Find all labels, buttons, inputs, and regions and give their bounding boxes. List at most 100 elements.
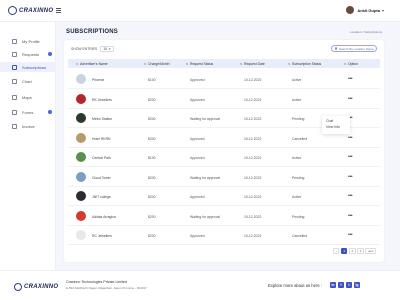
logo-icon <box>14 283 22 291</box>
search-box[interactable] <box>331 45 377 52</box>
sidebar-item-label: Requests <box>22 51 39 57</box>
sort-icon: ⇅ <box>288 61 291 66</box>
breadcrumb[interactable]: Location / Subscriptions <box>350 30 382 34</box>
table-row[interactable]: JNIT college $200 Approved 10-12-2022 Active… <box>68 187 380 206</box>
company-address: E-59A Siddharth Nagar, Rajasthan, Jaipur… <box>66 286 147 290</box>
sidebar-item-label: Chart <box>22 78 32 84</box>
table-row[interactable]: Cloud Tower $200 Waiting for approval 10-12… <box>68 168 380 187</box>
avatar <box>76 171 86 182</box>
table-row[interactable]: Phoenix $100 Approved 10-12-2022 Active ••• <box>68 70 380 89</box>
sidebar-item-invoice[interactable]: Invoice <box>0 121 56 131</box>
column-header-name[interactable]: ⇅ Advertiser's Name <box>76 62 108 66</box>
notification-badge <box>48 110 52 114</box>
menu-item-view-info[interactable]: View Info <box>326 124 346 130</box>
avatar <box>76 210 86 221</box>
sidebar-item-label: Invoice <box>22 123 35 129</box>
avatar <box>76 152 86 162</box>
table-header: ⇅ Advertiser's Name ⇅ Charge/Month ⇅ Reques… <box>68 59 380 68</box>
cell-date: 10-12-2022 <box>244 97 262 102</box>
advertiser-name: RK Jewellers <box>92 97 112 102</box>
search-input[interactable] <box>339 46 377 51</box>
cell-date: 10-12-2022 <box>244 175 262 180</box>
cell-date: 10-12-2022 <box>244 214 262 219</box>
table-row[interactable]: RC Jewellers $200 Approved 10-12-2022 Cancel… <box>68 226 380 245</box>
option-popup-menu: Chat View Info <box>322 116 350 134</box>
avatar <box>346 6 355 14</box>
more-options-icon[interactable]: ••• <box>348 154 353 160</box>
sort-icon: ⇅ <box>240 61 243 66</box>
column-header-charge[interactable]: ⇅ Charge/Month <box>144 62 170 66</box>
sidebar-item-label: Subscriptions <box>22 64 47 70</box>
advertiser-name: JNIT college <box>92 195 111 199</box>
more-options-icon[interactable]: ••• <box>348 76 353 82</box>
page-button[interactable]: 3 <box>357 248 364 254</box>
cell-sub: Active <box>292 156 302 160</box>
avatar <box>76 191 86 201</box>
subscriptions-table-card: SHOW ENTRIES 10 ▾ ⇅Advertiser's Name ⇅Ch… <box>64 40 384 262</box>
avatar <box>76 93 86 104</box>
avatar <box>76 230 86 240</box>
cell-sub: Cancelled <box>292 234 308 238</box>
advertiser-name: RC Jewellers <box>92 234 112 238</box>
more-options-icon[interactable]: ••• <box>348 213 353 219</box>
prev-page-button[interactable]: ‹ <box>333 248 340 254</box>
sidebar-item-forms[interactable]: Forms <box>0 107 56 117</box>
cell-sub: Cancelled <box>292 136 308 141</box>
logo-text: CRAXINNO <box>24 284 59 290</box>
search-icon <box>335 47 337 50</box>
cell-date: 10-12-2022 <box>244 78 262 82</box>
instagram-icon[interactable]: ig <box>354 282 360 288</box>
table-row[interactable]: Central Park $100 Approved 10-12-2022 Active… <box>68 148 380 167</box>
notification-badge <box>48 52 52 56</box>
column-header-option[interactable]: ⇅ Option <box>344 62 358 66</box>
column-header-subscription-status[interactable]: ⇅ Subscription Status <box>288 62 321 66</box>
cell-sub: Pending <box>292 117 305 121</box>
column-header-request-date[interactable]: ⇅ Request Date <box>240 62 265 66</box>
column-header-request-status[interactable]: ⇅ Request Status <box>186 62 213 66</box>
twitter-icon[interactable]: t <box>346 282 352 288</box>
chart-icon <box>12 78 17 84</box>
table-row[interactable]: Adidas Arragica $200 Waiting for approval 1… <box>68 207 380 226</box>
show-entries-label: SHOW ENTRIES <box>71 47 98 51</box>
table-row[interactable]: RK Jewellers $200 Approved 10-12-2022 Active… <box>68 90 380 109</box>
user-menu[interactable]: Ankit Gupta ▾ <box>346 6 384 14</box>
cell-sub: Active <box>292 78 302 82</box>
more-options-icon[interactable]: ••• <box>348 174 353 180</box>
page-button[interactable]: 2 <box>348 248 356 254</box>
more-options-icon[interactable]: ••• <box>348 232 353 238</box>
cell-status: Approved <box>190 136 205 141</box>
footer-logo[interactable]: CRAXINNO <box>14 283 58 291</box>
cell-charge: $200 <box>148 234 156 238</box>
logo[interactable]: CRAXINNO <box>8 6 53 15</box>
cell-date: 10-12-2022 <box>244 117 262 121</box>
cell-status: Approved <box>190 97 205 102</box>
linkedin-icon[interactable]: in <box>330 282 336 288</box>
user-icon <box>12 38 17 44</box>
advertiser-name: Central Park <box>92 156 111 160</box>
sidebar-item-maps[interactable]: Maps <box>0 92 56 102</box>
cell-status: Approved <box>190 78 205 82</box>
next-page-button[interactable]: next <box>365 248 376 254</box>
cell-charge: $200 <box>148 97 156 102</box>
top-bar: CRAXINNO Ankit Gupta ▾ <box>0 0 400 22</box>
invoice-icon <box>12 123 17 129</box>
cell-status: Approved <box>190 195 205 199</box>
more-options-icon[interactable]: ••• <box>348 96 353 102</box>
logo-text: CRAXINNO <box>19 7 54 14</box>
sidebar-item-subscriptions[interactable]: Subscriptions <box>0 62 56 72</box>
entries-select[interactable]: 10 ▾ <box>100 46 115 52</box>
sidebar-item-requests[interactable]: Requests <box>0 49 56 59</box>
more-options-icon[interactable]: ••• <box>348 193 353 199</box>
hamburger-menu-icon[interactable] <box>56 8 61 13</box>
advertiser-name: Cloud Tower <box>92 175 111 180</box>
sidebar-item-chart[interactable]: Chart <box>0 76 56 86</box>
sort-icon: ⇅ <box>144 61 147 66</box>
facebook-icon[interactable]: f <box>338 282 344 288</box>
more-options-icon[interactable]: ••• <box>348 135 353 141</box>
sidebar: My Profile Requests Subscriptions Chart … <box>0 22 56 270</box>
sort-icon: ⇅ <box>186 61 189 66</box>
page-button[interactable]: 1 <box>340 248 348 254</box>
logo-icon <box>8 6 17 15</box>
entries-value: 10 <box>103 47 107 51</box>
sidebar-item-my-profile[interactable]: My Profile <box>0 36 56 46</box>
